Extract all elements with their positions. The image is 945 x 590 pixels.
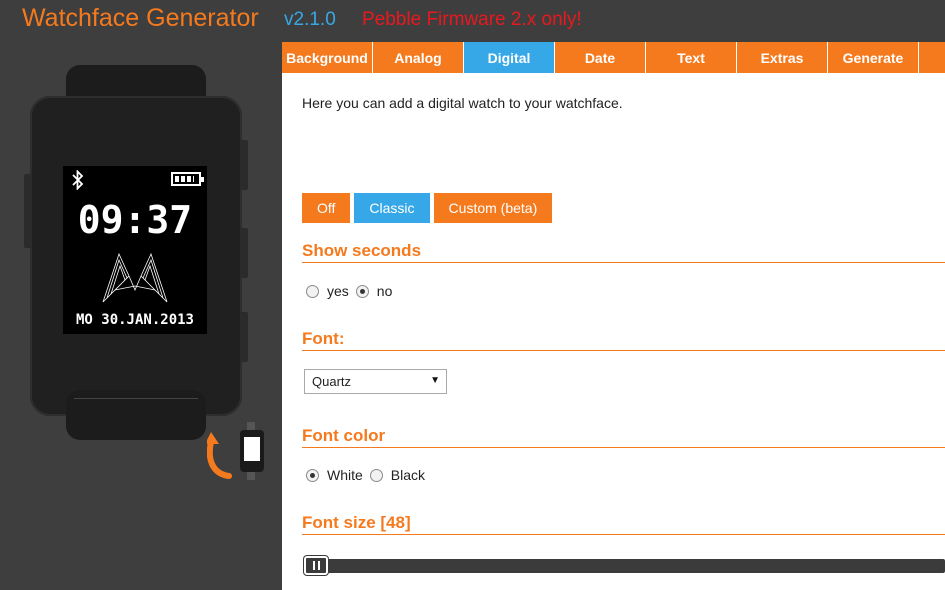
show-seconds-yes-label[interactable]: yes bbox=[327, 283, 349, 299]
watch-down-button bbox=[240, 312, 248, 362]
font-color-black-label[interactable]: Black bbox=[391, 467, 425, 483]
watch-select-button bbox=[240, 228, 248, 278]
battery-icon bbox=[171, 172, 204, 186]
digital-panel: Here you can add a digital watch to your… bbox=[282, 73, 945, 590]
app-version: v2.1.0 bbox=[284, 9, 336, 30]
watch-strap-bottom bbox=[66, 390, 206, 440]
preview-time: 09:37 bbox=[77, 198, 193, 242]
pebble-logo-icon bbox=[102, 252, 168, 303]
mode-classic-button[interactable]: Classic bbox=[354, 193, 430, 223]
mode-custom-button[interactable]: Custom (beta) bbox=[433, 193, 553, 223]
font-title: Font: bbox=[302, 329, 345, 348]
font-color-title: Font color bbox=[302, 426, 386, 445]
font-select-value: Quartz bbox=[312, 374, 352, 389]
show-seconds-yes-radio[interactable] bbox=[306, 284, 319, 298]
firmware-warning: Pebble Firmware 2.x only! bbox=[362, 9, 582, 30]
tab-generate[interactable]: Generate bbox=[828, 42, 919, 73]
header: Watchface Generator v2.1.0 Pebble Firmwa… bbox=[0, 0, 945, 42]
show-seconds-title: Show seconds bbox=[302, 241, 422, 260]
font-color-white-label[interactable]: White bbox=[327, 467, 363, 483]
watch-screen: 09:37 MO 30.JAN.2013 bbox=[63, 166, 207, 334]
mode-off-button[interactable]: Off bbox=[302, 193, 351, 223]
tab-date[interactable]: Date bbox=[555, 42, 646, 73]
font-color-white-radio[interactable] bbox=[306, 468, 319, 482]
tab-digital[interactable]: Digital bbox=[464, 42, 555, 73]
watch-up-button bbox=[240, 140, 248, 190]
bluetooth-icon bbox=[71, 169, 85, 195]
tab-extras[interactable]: Extras bbox=[737, 42, 828, 73]
tab-text[interactable]: Text bbox=[646, 42, 737, 73]
battery-level bbox=[175, 176, 194, 182]
show-seconds-no-radio[interactable] bbox=[355, 284, 369, 298]
digital-intro-text: Here you can add a digital watch to your… bbox=[302, 95, 623, 111]
font-size-title: Font size [48] bbox=[302, 513, 411, 532]
watch-preview: 09:37 MO 30.JAN.2013 bbox=[20, 60, 250, 440]
flip-watch-icon[interactable] bbox=[207, 420, 269, 482]
digital-mode-group: Off Classic Custom (beta) bbox=[302, 193, 553, 223]
font-size-section: Font size [48] bbox=[302, 513, 945, 535]
font-color-black-radio[interactable] bbox=[369, 468, 383, 482]
show-seconds-no-label[interactable]: no bbox=[377, 283, 393, 299]
preview-date: MO 30.JAN.2013 bbox=[75, 312, 194, 328]
font-size-slider-track[interactable] bbox=[304, 559, 945, 573]
font-section: Font: bbox=[302, 329, 945, 351]
tab-analog[interactable]: Analog bbox=[373, 42, 464, 73]
chevron-down-icon: ▼ bbox=[430, 375, 440, 386]
watch-back-button bbox=[24, 174, 32, 248]
font-select[interactable]: Quartz ▼ bbox=[304, 369, 447, 394]
font-color-section: Font color bbox=[302, 426, 945, 448]
show-seconds-section: Show seconds bbox=[302, 241, 945, 263]
show-seconds-options: yes no bbox=[306, 283, 399, 299]
font-color-options: White Black bbox=[306, 467, 432, 483]
app-title: Watchface Generator bbox=[22, 4, 259, 32]
font-size-slider-handle[interactable] bbox=[304, 556, 328, 575]
tab-bar: Background Analog Digital Date Text Extr… bbox=[282, 42, 945, 73]
tab-background[interactable]: Background bbox=[282, 42, 373, 73]
